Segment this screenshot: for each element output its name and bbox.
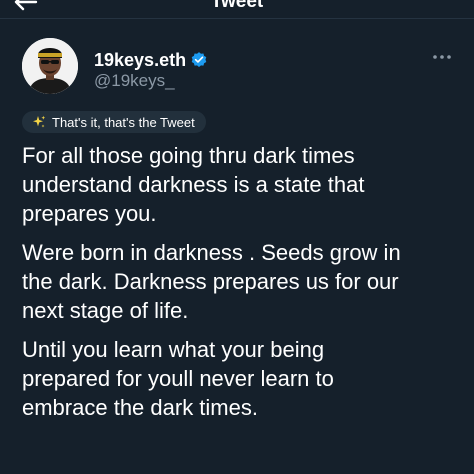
sparkles-icon — [33, 115, 46, 128]
verified-badge-icon — [191, 52, 207, 67]
display-name[interactable]: 19keys.eth — [94, 49, 186, 71]
tweet-paragraph: Until you learn what your being prepared… — [22, 337, 334, 420]
avatar-image — [22, 38, 78, 94]
more-horizontal-icon[interactable] — [432, 50, 452, 64]
author-handle[interactable]: @19keys_ — [94, 71, 175, 91]
pill-label: That's it, that's the Tweet — [52, 114, 195, 130]
top-bar: Tweet — [0, 0, 474, 18]
tweet-body: For all those going thru dark times unde… — [22, 141, 462, 432]
header-divider — [0, 18, 474, 19]
author-name-row[interactable]: 19keys.eth — [94, 49, 208, 71]
page-title: Tweet — [210, 0, 264, 12]
tweet-paragraph: Were born in darkness . Seeds grow in th… — [22, 240, 401, 323]
avatar[interactable] — [22, 38, 78, 94]
tweet-context-pill[interactable]: That's it, that's the Tweet — [22, 111, 206, 133]
tweet-paragraph: For all those going thru dark times unde… — [22, 143, 365, 226]
